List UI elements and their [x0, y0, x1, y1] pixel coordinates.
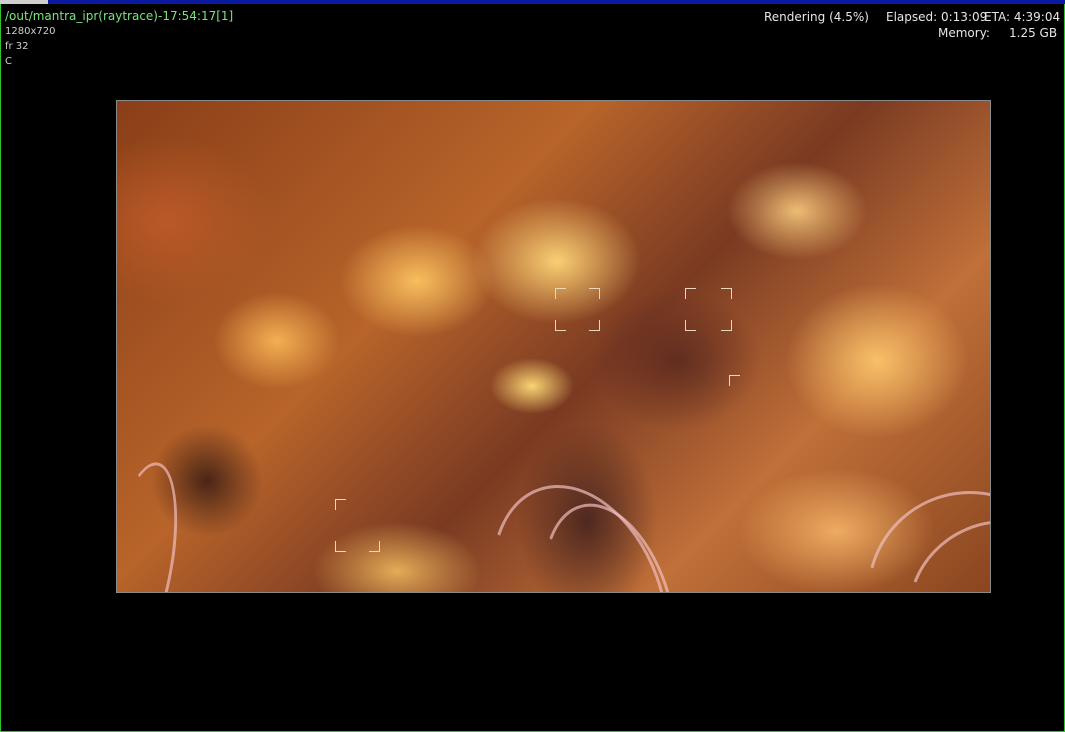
render-bucket-marker: [369, 541, 380, 552]
render-bucket-marker: [729, 375, 740, 386]
memory-value: 1.25 GB: [1009, 26, 1058, 40]
render-bucket-marker: [589, 320, 600, 331]
render-bucket-marker: [589, 288, 600, 299]
render-progress-bar: [0, 0, 1065, 4]
eta-time: ETA: 4:39:04: [984, 10, 1061, 24]
render-bucket-marker: [721, 320, 732, 331]
memory-label: Memory:: [938, 26, 990, 40]
render-bucket-marker: [555, 320, 566, 331]
resolution-label: 1280x720: [5, 26, 56, 37]
render-bucket-marker: [335, 499, 346, 510]
frame-label: fr 32: [5, 41, 29, 52]
render-bucket-marker: [685, 320, 696, 331]
render-image[interactable]: [116, 100, 991, 593]
render-progress-fill: [0, 0, 48, 4]
render-bucket-marker: [721, 288, 732, 299]
channel-label: C: [5, 56, 12, 67]
rendering-status: Rendering (4.5%): [764, 10, 869, 24]
smoke-wisp: [117, 456, 191, 592]
render-bucket-marker: [685, 288, 696, 299]
render-bucket-marker: [555, 288, 566, 299]
render-title: /out/mantra_ipr(raytrace)-17:54:17[1]: [5, 9, 234, 23]
elapsed-time: Elapsed: 0:13:09: [886, 10, 988, 24]
render-bucket-marker: [335, 541, 346, 552]
